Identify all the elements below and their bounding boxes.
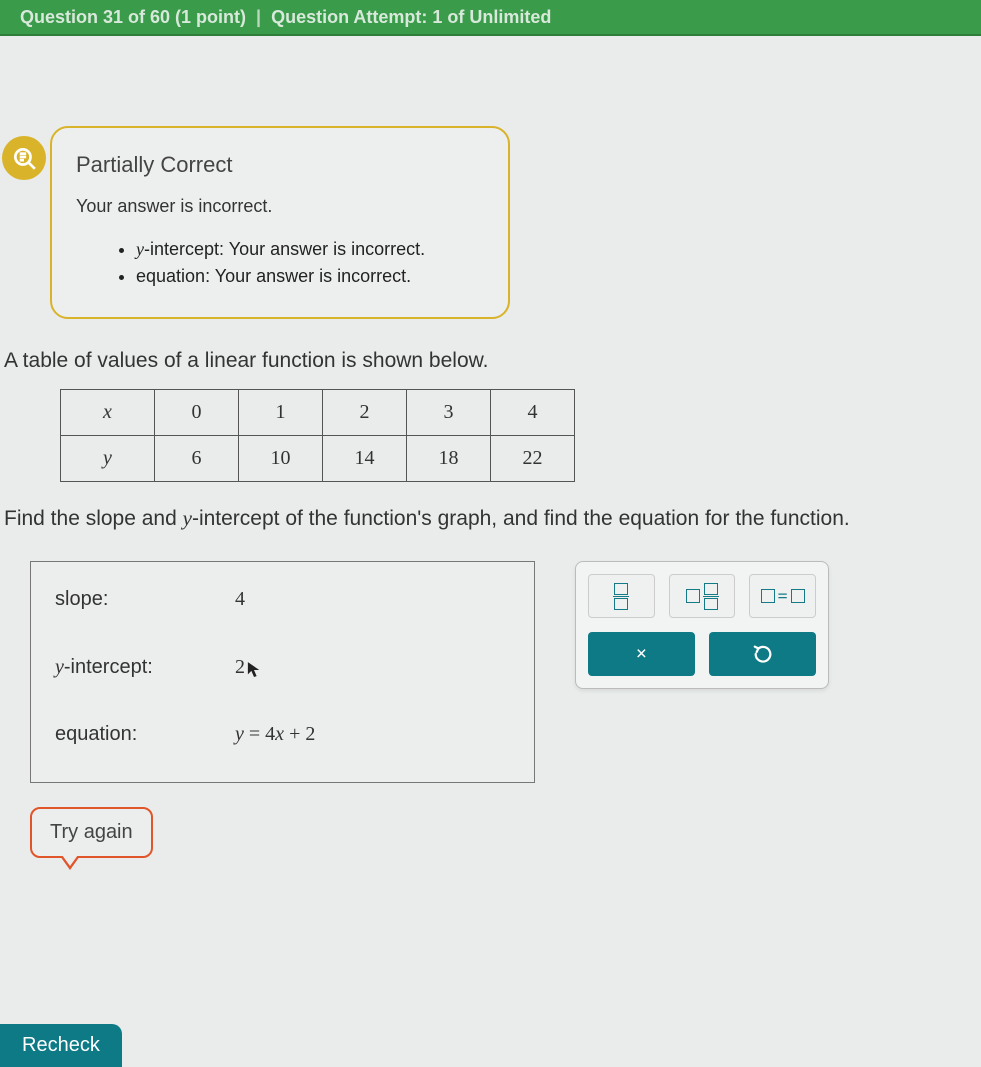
y-cell: 14: [323, 436, 407, 482]
undo-button[interactable]: [709, 632, 816, 676]
x-cell: 2: [323, 390, 407, 436]
recheck-button[interactable]: Recheck: [0, 1024, 122, 1067]
instruction-text: Find the slope and y-intercept of the fu…: [4, 506, 951, 531]
slope-value[interactable]: 4: [235, 588, 245, 611]
table-row: y 6 10 14 18 22: [61, 436, 575, 482]
header-separator: |: [256, 7, 261, 28]
equation-row: equation: y = 4x + 2: [55, 723, 510, 746]
equation-label: equation:: [55, 723, 235, 746]
mixed-number-button[interactable]: [669, 574, 736, 618]
row-label-y: y: [61, 436, 155, 482]
feedback-item: y-intercept: Your answer is incorrect.: [136, 239, 484, 260]
equation-template-button[interactable]: =: [749, 574, 816, 618]
cursor-icon: [247, 661, 261, 685]
math-palette: = ×: [575, 561, 829, 689]
x-cell: 4: [491, 390, 575, 436]
yintercept-value[interactable]: 2: [235, 655, 261, 679]
slope-label: slope:: [55, 588, 235, 611]
content-area: Partially Correct Your answer is incorre…: [0, 36, 981, 858]
feedback-list: y-intercept: Your answer is incorrect. e…: [136, 239, 484, 287]
equation-value[interactable]: y = 4x + 2: [235, 723, 315, 746]
yintercept-label: y-intercept:: [55, 656, 235, 679]
prompt-text: A table of values of a linear function i…: [4, 349, 961, 373]
status-icon: [2, 136, 46, 180]
y-cell: 6: [155, 436, 239, 482]
table-row: x 0 1 2 3 4: [61, 390, 575, 436]
question-counter: Question 31 of 60 (1 point): [20, 7, 246, 28]
answer-and-palette-row: slope: 4 y-intercept: 2 equation: y = 4x…: [30, 561, 961, 783]
close-icon: ×: [636, 643, 647, 666]
attempt-counter: Question Attempt: 1 of Unlimited: [271, 7, 551, 28]
try-again-label: Try again: [50, 821, 133, 843]
values-table: x 0 1 2 3 4 y 6 10 14 18 22: [60, 389, 575, 482]
undo-icon: [752, 643, 774, 665]
x-cell: 1: [239, 390, 323, 436]
feedback-subtitle: Your answer is incorrect.: [76, 196, 484, 217]
y-cell: 18: [407, 436, 491, 482]
try-again-button[interactable]: Try again: [30, 807, 153, 858]
y-cell: 22: [491, 436, 575, 482]
feedback-title: Partially Correct: [76, 152, 484, 178]
y-cell: 10: [239, 436, 323, 482]
slope-row: slope: 4: [55, 588, 510, 611]
recheck-label: Recheck: [22, 1034, 100, 1056]
feedback-box: Partially Correct Your answer is incorre…: [50, 126, 510, 319]
x-cell: 3: [407, 390, 491, 436]
feedback-item: equation: Your answer is incorrect.: [136, 266, 484, 287]
x-cell: 0: [155, 390, 239, 436]
clear-button[interactable]: ×: [588, 632, 695, 676]
row-label-x: x: [61, 390, 155, 436]
question-header: Question 31 of 60 (1 point) | Question A…: [0, 0, 981, 36]
fraction-button[interactable]: [588, 574, 655, 618]
answer-box: slope: 4 y-intercept: 2 equation: y = 4x…: [30, 561, 535, 783]
yintercept-row: y-intercept: 2: [55, 655, 510, 679]
